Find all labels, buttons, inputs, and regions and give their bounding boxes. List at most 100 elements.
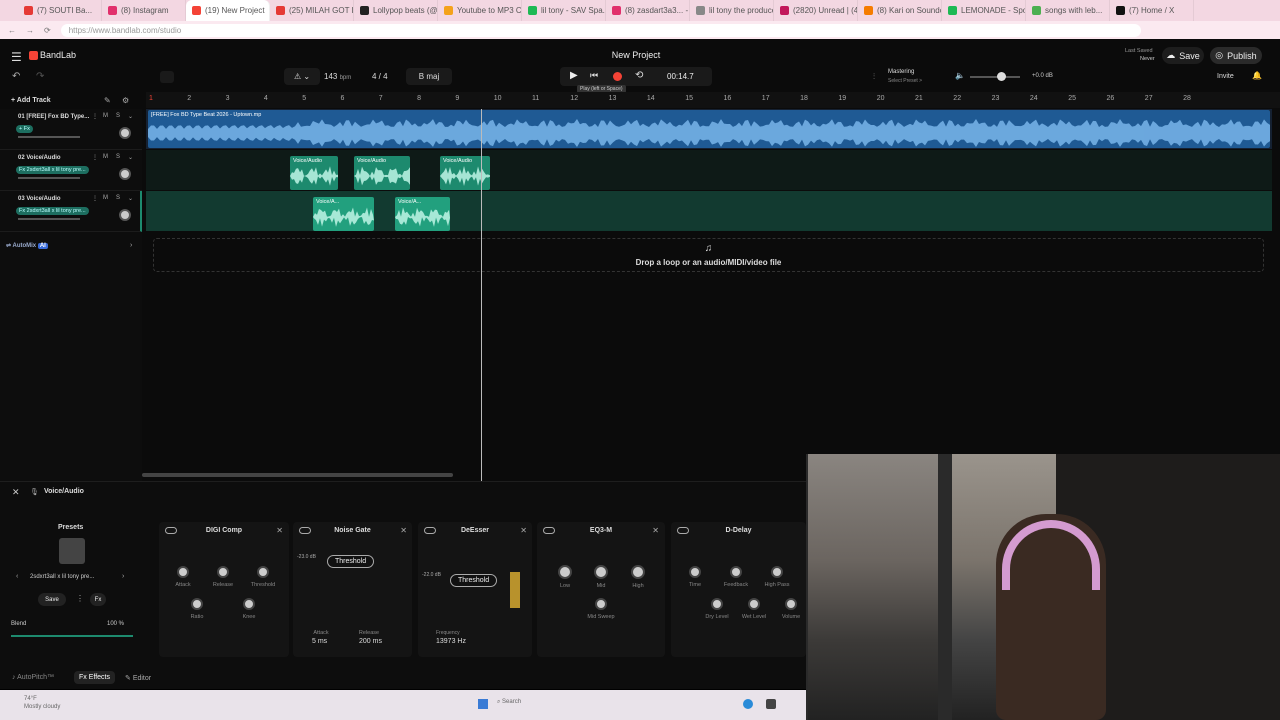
voice-clip[interactable]: Voice/Audio: [440, 156, 490, 190]
preset-artwork[interactable]: [59, 538, 85, 564]
tab-effects[interactable]: Fx Effects: [74, 671, 116, 684]
mid-sweep-knob[interactable]: [595, 598, 607, 610]
chevron-down-icon[interactable]: ⌄: [128, 154, 133, 161]
volume-slider[interactable]: [18, 218, 80, 220]
save-button[interactable]: ☁ Save: [1162, 47, 1204, 64]
chevron-down-icon[interactable]: ⌄: [128, 195, 133, 202]
invite-button[interactable]: Invite: [1217, 73, 1234, 80]
browser-tab[interactable]: (8) Kari on Soundc...: [858, 0, 942, 21]
track-name[interactable]: 03 Voice/Audio: [18, 196, 61, 202]
pencil-icon[interactable]: ✎: [104, 96, 111, 105]
tab-autopitch[interactable]: ♪ AutoPitch™: [12, 674, 54, 681]
metronome-button[interactable]: ⚠ ⌄: [284, 68, 320, 85]
solo-button[interactable]: S: [116, 113, 120, 119]
track-header[interactable]: 01 [FREE] Fox BD Type... M S ⋮ ⌄ + Fx: [0, 109, 142, 150]
wet-level-knob[interactable]: [748, 598, 760, 610]
browser-tab[interactable]: lil tony - SAV Spa...: [522, 0, 606, 21]
close-icon[interactable]: ✕: [520, 526, 527, 535]
voice-clip[interactable]: Voice/A...: [395, 197, 450, 231]
mute-button[interactable]: M: [103, 113, 108, 119]
volume-slider[interactable]: [18, 136, 80, 138]
blend-slider[interactable]: [11, 635, 133, 637]
close-icon[interactable]: ✕: [400, 526, 407, 535]
dry-level-knob[interactable]: [711, 598, 723, 610]
loop-icon[interactable]: ⟲: [635, 70, 643, 81]
attack-knob[interactable]: [177, 566, 189, 578]
horizontal-scrollbar[interactable]: [142, 473, 453, 477]
browser-tab[interactable]: songs with leb...: [1026, 0, 1110, 21]
solo-button[interactable]: S: [116, 154, 120, 160]
close-icon[interactable]: ✕: [652, 526, 659, 535]
notification-icon[interactable]: 🔔: [1252, 71, 1262, 80]
speaker-icon[interactable]: 🔈: [955, 71, 965, 80]
taskbar-search[interactable]: ⌕ Search: [497, 699, 521, 706]
master-volume-slider[interactable]: [970, 76, 1020, 78]
playhead[interactable]: [481, 109, 482, 481]
lane-2[interactable]: Voice/Audio Voice/Audio Voice/Audio: [146, 150, 1272, 190]
close-icon[interactable]: ✕: [276, 526, 283, 535]
high-knob[interactable]: [631, 565, 645, 579]
fx-chain-badge[interactable]: + Fx: [16, 125, 33, 133]
voice-clip[interactable]: Voice/Audio: [354, 156, 410, 190]
preset-prev-icon[interactable]: ‹: [16, 573, 18, 580]
browser-tab[interactable]: (8) zasdart3a3... - Insta...: [606, 0, 690, 21]
browser-tab[interactable]: (2820) Unread | (4)...: [774, 0, 858, 21]
knee-knob[interactable]: [243, 598, 255, 610]
add-track-button[interactable]: + Add Track: [11, 97, 51, 104]
more-icon[interactable]: ⋮: [92, 195, 98, 202]
fx-chain-badge[interactable]: Fx 2sdxrt3all x lil tony pre...: [16, 166, 89, 174]
play-icon[interactable]: ▶: [570, 70, 578, 81]
undo-icon[interactable]: ↶: [12, 71, 20, 82]
time-knob[interactable]: [689, 566, 701, 578]
back-icon[interactable]: ←: [8, 26, 16, 35]
publish-button[interactable]: ◎ Publish: [1210, 47, 1262, 64]
frequency-band[interactable]: [510, 572, 520, 608]
track-header[interactable]: 03 Voice/Audio M S ⋮ ⌄ Fx 2sdxrt3all x lil to…: [0, 191, 142, 232]
hamburger-icon[interactable]: ☰: [11, 50, 22, 64]
more-icon[interactable]: ⋮: [92, 113, 98, 120]
chevron-down-icon[interactable]: ⌄: [128, 113, 133, 120]
threshold-handle[interactable]: Threshold: [450, 574, 498, 587]
fx-button[interactable]: Fx: [90, 593, 106, 606]
browser-tab[interactable]: lil tony the producer...: [690, 0, 774, 21]
chevron-right-icon[interactable]: ›: [130, 242, 132, 249]
project-title[interactable]: New Project: [600, 50, 672, 60]
pan-knob[interactable]: [119, 127, 131, 139]
library-icon[interactable]: [160, 71, 174, 83]
track-name[interactable]: 02 Voice/Audio: [18, 155, 61, 161]
threshold-handle[interactable]: Threshold: [327, 555, 375, 568]
high-pass-knob[interactable]: [771, 566, 783, 578]
redo-icon[interactable]: ↷: [36, 71, 44, 82]
browser-tab[interactable]: (7) Home / X: [1110, 0, 1194, 21]
tracks-settings-icon[interactable]: ⚙: [122, 96, 129, 105]
browser-tab[interactable]: (8) Instagram: [102, 0, 186, 21]
close-icon[interactable]: ✕: [12, 487, 20, 498]
feedback-knob[interactable]: [730, 566, 742, 578]
preset-save-button[interactable]: Save: [38, 593, 66, 606]
solo-button[interactable]: S: [116, 195, 120, 201]
volume-knob[interactable]: [785, 598, 797, 610]
url-field[interactable]: https://www.bandlab.com/studio: [60, 23, 1141, 37]
pan-knob[interactable]: [119, 209, 131, 221]
low-knob[interactable]: [558, 565, 572, 579]
lane-3[interactable]: Voice/A... Voice/A...: [146, 191, 1272, 231]
skip-back-icon[interactable]: ⏮: [590, 70, 598, 81]
fx-chain-badge[interactable]: Fx 2sdxrt3all x lil tony pre...: [16, 207, 89, 215]
drop-zone[interactable]: ♫ Drop a loop or an audio/MIDI/video fil…: [153, 238, 1264, 272]
browser-tab[interactable]: (19) New Project: [186, 0, 270, 21]
reload-icon[interactable]: ⟳: [44, 26, 51, 35]
mute-button[interactable]: M: [103, 195, 108, 201]
threshold-knob[interactable]: [257, 566, 269, 578]
preset-next-icon[interactable]: ›: [122, 573, 124, 580]
key-button[interactable]: B maj: [406, 68, 452, 85]
browser-taskbar-icon[interactable]: [743, 699, 753, 709]
terminal-taskbar-icon[interactable]: [766, 699, 776, 709]
release-knob[interactable]: [217, 566, 229, 578]
preset-name[interactable]: 2sdxrt3all x lil tony pre...: [30, 574, 94, 580]
ratio-knob[interactable]: [191, 598, 203, 610]
time-signature[interactable]: 4 / 4: [372, 72, 388, 81]
browser-tab[interactable]: (7) SOUTI Ba...: [18, 0, 102, 21]
lane-1[interactable]: [FREE] Fox BD Type Beat 2026 - Uptown.mp: [146, 109, 1272, 149]
mastering-label[interactable]: Mastering: [888, 69, 914, 75]
mid-knob[interactable]: [594, 565, 608, 579]
